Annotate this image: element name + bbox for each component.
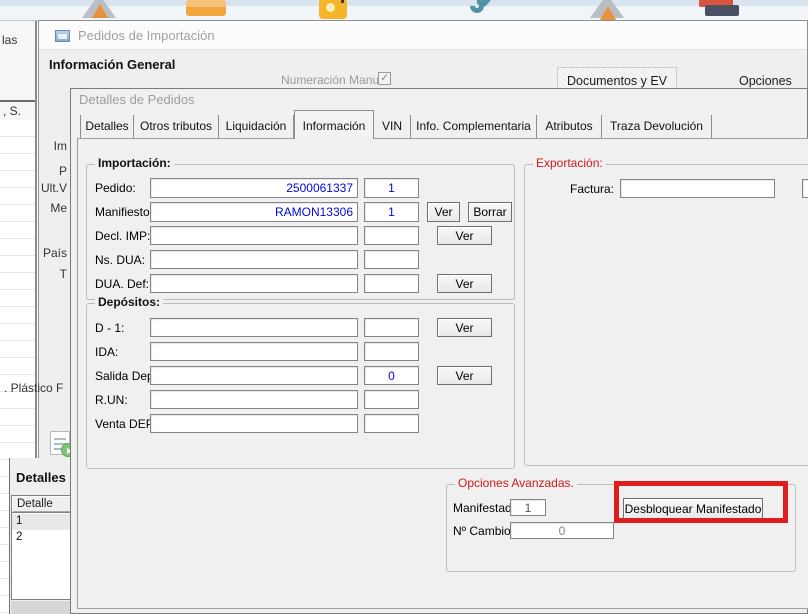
detalle-column-header[interactable]: Detalle (12, 496, 74, 513)
d1-input[interactable] (150, 318, 358, 337)
detalle-row-2[interactable]: 2 (12, 530, 74, 546)
window-icon (55, 30, 70, 42)
salida-dep-label: Salida Dep: (95, 369, 157, 383)
decl-imp-num-input[interactable] (364, 226, 419, 245)
factura-label: Factura: (544, 182, 614, 196)
manifestado-input[interactable] (510, 499, 546, 516)
detalle-row-1[interactable]: 1 (12, 514, 74, 530)
ns-dua-input[interactable] (150, 250, 358, 269)
divider (0, 100, 35, 102)
numeracion-manual-checkbox[interactable] (378, 72, 391, 85)
opciones-avanzadas-groupbox: Opciones Avanzadas. Manifestado: Nº Camb… (446, 484, 796, 572)
tab-atributos[interactable]: Atributos (537, 115, 602, 138)
briefcase-red-bottom (705, 5, 739, 16)
camera-icon[interactable] (315, 0, 355, 21)
manifiesto-label: Manifiesto: (95, 205, 153, 219)
briefcase-red-icon[interactable] (697, 0, 737, 21)
left-text-fragment: las (2, 33, 17, 47)
dua-def-input[interactable] (150, 274, 358, 293)
tab-detalles[interactable]: Detalles (80, 115, 134, 138)
ns-dua-label: Ns. DUA: (95, 253, 145, 267)
depositos-caption: Depósitos: (95, 295, 163, 309)
volcano-core-shape (600, 6, 616, 20)
borrar-manifiesto-button[interactable]: Borrar (468, 202, 512, 222)
briefcase-orange-icon[interactable] (186, 0, 226, 21)
left-header-fragment: , S. (3, 104, 21, 118)
d1-label: D - 1: (95, 321, 124, 335)
partial-label-me: Me (5, 201, 67, 215)
tab-otros-tributos[interactable]: Otros tributos (134, 115, 219, 138)
tab-informacion[interactable]: Información (294, 110, 374, 139)
venta-dep-label: Venta DEP: (95, 417, 157, 431)
factura-input[interactable] (620, 179, 775, 198)
ida-input[interactable] (150, 342, 358, 361)
detalles-heading: Detalles (16, 470, 66, 485)
n-cambio-input[interactable] (510, 522, 614, 539)
opciones-label[interactable]: Opciones (739, 74, 792, 88)
mountain-icon[interactable] (80, 0, 120, 21)
importacion-caption: Importación: (95, 156, 174, 170)
tab-traza-devolucion[interactable]: Traza Devolución (602, 115, 712, 138)
ns-dua-num-input[interactable] (364, 250, 419, 269)
screenshot-root: las , S. Pedidos de Importación Informac… (0, 0, 808, 614)
pedido-num-input[interactable] (364, 178, 419, 198)
ida-num-input[interactable] (364, 342, 419, 361)
dua-def-num-input[interactable] (364, 274, 419, 293)
exportacion-groupbox: Exportación: Factura: (524, 164, 808, 466)
importacion-groupbox: Importación: Pedido: Manifiesto: Ver Bor… (86, 164, 515, 300)
venta-dep-num-input[interactable] (364, 414, 419, 433)
salida-dep-input[interactable] (150, 366, 358, 385)
dua-def-label: DUA. Def: (95, 277, 149, 291)
d1-num-input[interactable] (364, 318, 419, 337)
briefcase-lid (186, 0, 226, 7)
venta-dep-input[interactable] (150, 414, 358, 433)
partial-label-pais: País (5, 246, 67, 260)
plastico-fragment: . Plástico F (4, 381, 63, 395)
pedido-label: Pedido: (95, 181, 136, 195)
ida-label: IDA: (95, 345, 118, 359)
exportacion-caption: Exportación: (533, 156, 606, 170)
opciones-avanzadas-caption: Opciones Avanzadas. (455, 476, 577, 490)
detalle-grid-scrollbar[interactable] (11, 601, 75, 614)
pedido-input[interactable] (150, 178, 358, 198)
ver-dua-def-button[interactable]: Ver (437, 274, 492, 293)
run-num-input[interactable] (364, 390, 419, 409)
numeracion-manual-label: Numeración Manual (281, 73, 388, 87)
detalle-grid: Detalle 1 2 (11, 495, 75, 600)
salida-dep-num-input[interactable] (364, 366, 419, 385)
decl-imp-input[interactable] (150, 226, 358, 245)
decl-imp-label: Decl. IMP: (95, 229, 150, 243)
ver-decl-imp-button[interactable]: Ver (437, 226, 492, 245)
dialog-title: Detalles de Pedidos (79, 92, 195, 107)
app-toolbar (0, 0, 808, 21)
wrench-icon[interactable] (464, 0, 504, 21)
run-label: R.UN: (95, 393, 128, 407)
volcano-icon[interactable] (588, 0, 628, 21)
tab-info-complementaria[interactable]: Info. Complementaria (411, 115, 537, 138)
detalles-de-pedidos-dialog: Detalles de Pedidos Detalles Otros tribu… (70, 88, 808, 614)
depositos-groupbox: Depósitos: D - 1: Ver IDA: Salida Dep: V… (86, 303, 515, 469)
desbloquear-manifestado-button[interactable]: Desbloquear Manifestado (623, 498, 763, 520)
ver-manifiesto-button[interactable]: Ver (427, 202, 460, 222)
detalles-panel: Detalles Detalle 1 2 (9, 458, 78, 614)
factura-num-input[interactable] (802, 179, 808, 198)
partial-label-t: T (5, 267, 67, 281)
ver-d1-button[interactable]: Ver (437, 318, 492, 337)
partial-label-p: P (5, 164, 67, 178)
manifiesto-input[interactable] (150, 202, 358, 222)
n-cambio-label: Nº Cambio: (453, 524, 514, 538)
tab-vin[interactable]: VIN (374, 115, 411, 138)
run-input[interactable] (150, 390, 358, 409)
mountain-core-shape (92, 4, 108, 18)
camera-lens (326, 3, 335, 12)
section-heading: Información General (49, 57, 175, 72)
manifiesto-num-input[interactable] (364, 202, 419, 222)
window-titlebar[interactable]: Pedidos de Importación (39, 21, 807, 50)
camera-dot (341, 0, 344, 3)
ver-salida-dep-button[interactable]: Ver (437, 366, 492, 385)
tab-liquidacion[interactable]: Liquidación (219, 115, 294, 138)
partial-label-im: Im (5, 139, 67, 153)
partial-label-ultv: Ult.V (5, 181, 67, 195)
window-title: Pedidos de Importación (78, 21, 215, 50)
